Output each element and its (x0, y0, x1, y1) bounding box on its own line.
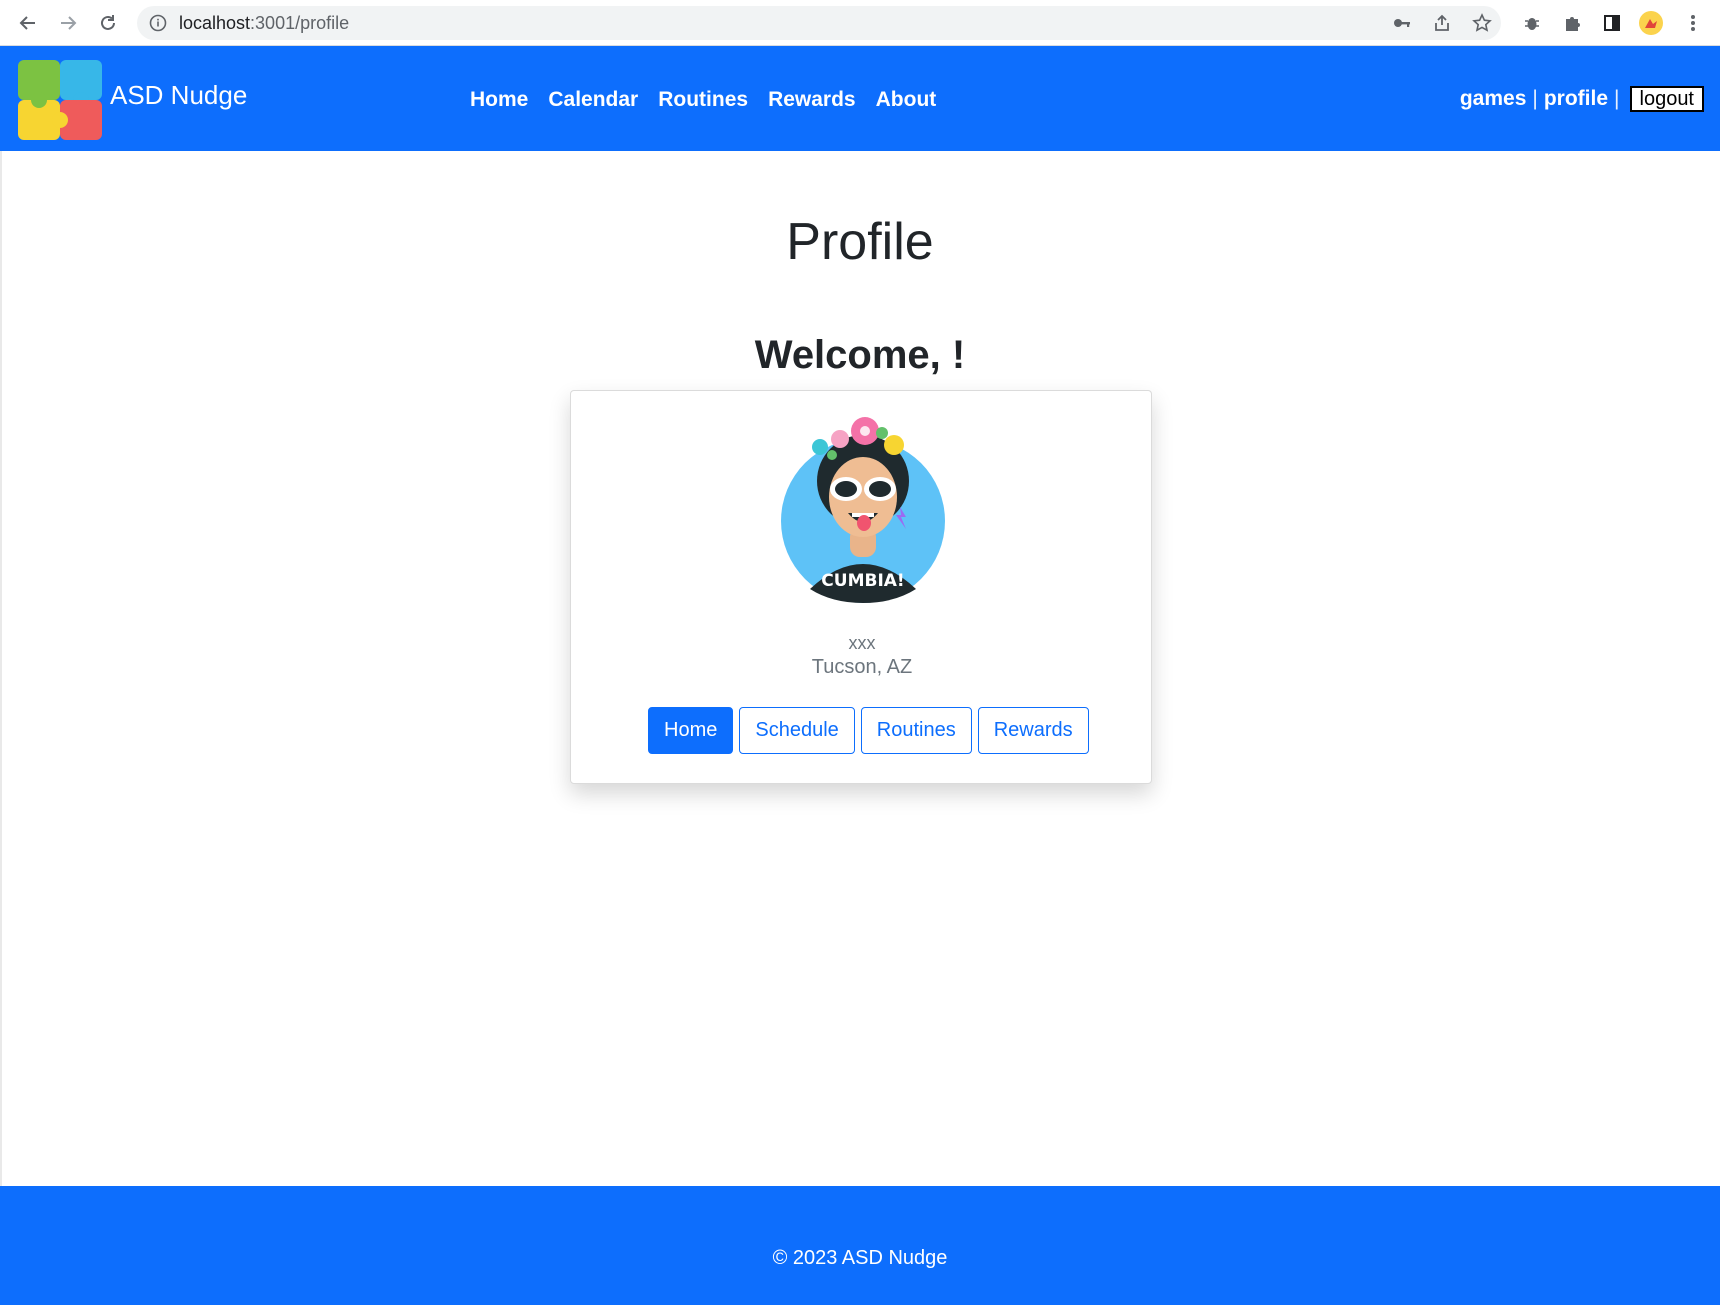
share-icon[interactable] (1429, 10, 1455, 36)
card-routines-button[interactable]: Routines (860, 707, 972, 754)
nav-link-rewards[interactable]: Rewards (768, 88, 856, 112)
reload-button[interactable] (93, 8, 123, 38)
profile-card: CUMBIA! xxx Tucson, AZ Home Schedule Rou… (570, 390, 1152, 784)
key-icon[interactable] (1389, 10, 1415, 36)
profile-avatar-icon[interactable] (1638, 10, 1664, 36)
page-footer: © 2023 ASD Nudge (0, 1186, 1720, 1305)
user-nav: games | profile | logout (1460, 86, 1704, 112)
main-nav: Home Calendar Routines Rewards About (470, 88, 936, 112)
welcome-heading: Welcome, ! (754, 333, 966, 377)
puzzle-logo-icon[interactable] (14, 56, 106, 142)
url-host: localhost (179, 13, 251, 33)
card-button-group: Home Schedule Routines Rewards (648, 707, 1089, 754)
user-name: xxx (848, 633, 876, 653)
brand-name[interactable]: ASD Nudge (110, 80, 247, 111)
nav-link-calendar[interactable]: Calendar (548, 88, 638, 112)
nav-link-about[interactable]: About (876, 88, 937, 112)
avatar-shirt-text: CUMBIA! (821, 571, 904, 591)
url-text: localhost:3001/profile (179, 13, 349, 34)
side-panel-icon[interactable] (1599, 10, 1625, 36)
reload-icon (101, 15, 115, 30)
page-title: Profile (786, 213, 934, 271)
address-bar[interactable]: localhost:3001/profile (137, 6, 1501, 40)
forward-button[interactable] (53, 8, 83, 38)
browser-toolbar: localhost:3001/profile (0, 0, 1720, 46)
card-home-button[interactable]: Home (648, 707, 734, 754)
menu-kebab-icon[interactable] (1680, 10, 1706, 36)
bookmark-star-icon[interactable] (1469, 10, 1495, 36)
back-arrow-icon (19, 16, 35, 30)
card-rewards-button[interactable]: Rewards (977, 707, 1089, 754)
nav-separator: | (1532, 87, 1538, 110)
footer-copyright: © 2023 ASD Nudge (772, 1247, 948, 1269)
app-navbar: ASD Nudge Home Calendar Routines Rewards… (0, 46, 1720, 151)
info-icon[interactable] (149, 14, 167, 32)
nav-link-home[interactable]: Home (470, 88, 528, 112)
page-edge (0, 151, 2, 1186)
games-link[interactable]: games (1460, 87, 1527, 111)
user-avatar: CUMBIA! (781, 417, 945, 603)
nav-separator: | (1614, 87, 1620, 110)
profile-link[interactable]: profile (1544, 87, 1608, 111)
user-location: Tucson, AZ (811, 656, 913, 678)
forward-arrow-icon (61, 16, 77, 30)
extensions-puzzle-icon[interactable] (1559, 10, 1585, 36)
card-schedule-button[interactable]: Schedule (739, 707, 855, 754)
url-path: :3001/profile (250, 13, 350, 33)
back-button[interactable] (13, 8, 43, 38)
nav-link-routines[interactable]: Routines (658, 88, 748, 112)
bug-extension-icon[interactable] (1519, 10, 1545, 36)
logout-button[interactable]: logout (1629, 86, 1704, 112)
